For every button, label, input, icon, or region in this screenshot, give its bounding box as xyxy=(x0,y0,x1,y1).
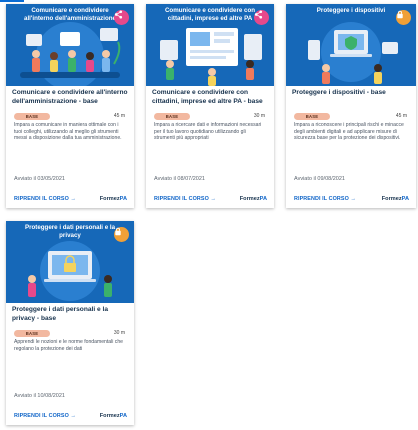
formezpa-logo: FormezPA xyxy=(382,196,409,202)
course-title: Comunicare e condividere all'interno del… xyxy=(12,89,128,105)
course-description: Apprendi le nozioni e le norme fondament… xyxy=(14,339,124,352)
brand-main: Formez xyxy=(381,196,402,202)
formezpa-logo: FormezPA xyxy=(100,196,127,202)
hero-title: Proteggere i dispositivi xyxy=(316,7,386,14)
course-card[interactable]: Comunicare e condividere con cittadini, … xyxy=(146,4,274,208)
course-title: Comunicare e condividere con cittadini, … xyxy=(152,89,263,105)
course-illustration: Comunicare e condividere con cittadini, … xyxy=(146,4,274,86)
course-card[interactable]: Proteggere i dispositivi Proteggere i di… xyxy=(286,4,416,208)
lock-icon[interactable] xyxy=(396,10,411,25)
level-badge: BASE xyxy=(14,330,50,337)
active-tab-indicator xyxy=(0,0,24,2)
start-date: Avviato il 09/08/2021 xyxy=(294,176,345,182)
course-description: Impara a riconoscere i principali rischi… xyxy=(294,122,404,142)
level-badge: BASE xyxy=(154,113,190,120)
formezpa-logo: FormezPA xyxy=(100,413,127,419)
hero-title: Comunicare e condividere all'interno del… xyxy=(24,7,116,22)
formezpa-logo: FormezPA xyxy=(240,196,267,202)
course-duration: 30 m xyxy=(253,113,265,119)
course-duration: 45 m xyxy=(113,113,125,119)
start-date: Avviato il 10/08/2021 xyxy=(14,393,65,399)
hero-title: Comunicare e condividere con cittadini, … xyxy=(164,7,256,22)
brand-accent: PA xyxy=(119,413,127,419)
brand-accent: PA xyxy=(119,196,127,202)
hero-title: Proteggere i dati personali e la privacy xyxy=(24,224,116,239)
share-icon[interactable] xyxy=(254,10,269,25)
brand-accent: PA xyxy=(259,196,267,202)
brand-main: Formez xyxy=(239,196,260,202)
course-description: Impara a comunicare in maniera ottimale … xyxy=(14,122,122,142)
course-title: Proteggere i dispositivi - base xyxy=(292,89,386,96)
level-badge: BASE xyxy=(14,113,50,120)
course-description: Impara a ricercare dati e informazioni n… xyxy=(154,122,262,142)
resume-course-link[interactable]: RIPRENDI IL CORSO → xyxy=(294,196,356,202)
course-illustration: Proteggere i dispositivi xyxy=(286,4,416,86)
course-title: Proteggere i dati personali e la privacy… xyxy=(12,306,109,322)
share-icon[interactable] xyxy=(114,10,129,25)
resume-course-link[interactable]: RIPRENDI IL CORSO → xyxy=(14,413,76,419)
brand-accent: PA xyxy=(401,196,409,202)
course-illustration: Proteggere i dati personali e la privacy xyxy=(6,221,134,303)
course-duration: 45 m xyxy=(395,113,407,119)
brand-main: Formez xyxy=(99,413,120,419)
course-duration: 30 m xyxy=(113,330,125,336)
resume-course-link[interactable]: RIPRENDI IL CORSO → xyxy=(154,196,216,202)
lock-icon[interactable] xyxy=(114,227,129,242)
course-illustration: Comunicare e condividere all'interno del… xyxy=(6,4,134,86)
level-badge: BASE xyxy=(294,113,330,120)
start-date: Avviato il 08/07/2021 xyxy=(154,176,205,182)
course-card[interactable]: Comunicare e condividere all'interno del… xyxy=(6,4,134,208)
start-date: Avviato il 03/05/2021 xyxy=(14,176,65,182)
brand-main: Formez xyxy=(99,196,120,202)
resume-course-link[interactable]: RIPRENDI IL CORSO → xyxy=(14,196,76,202)
course-card[interactable]: Proteggere i dati personali e la privacy… xyxy=(6,221,134,425)
